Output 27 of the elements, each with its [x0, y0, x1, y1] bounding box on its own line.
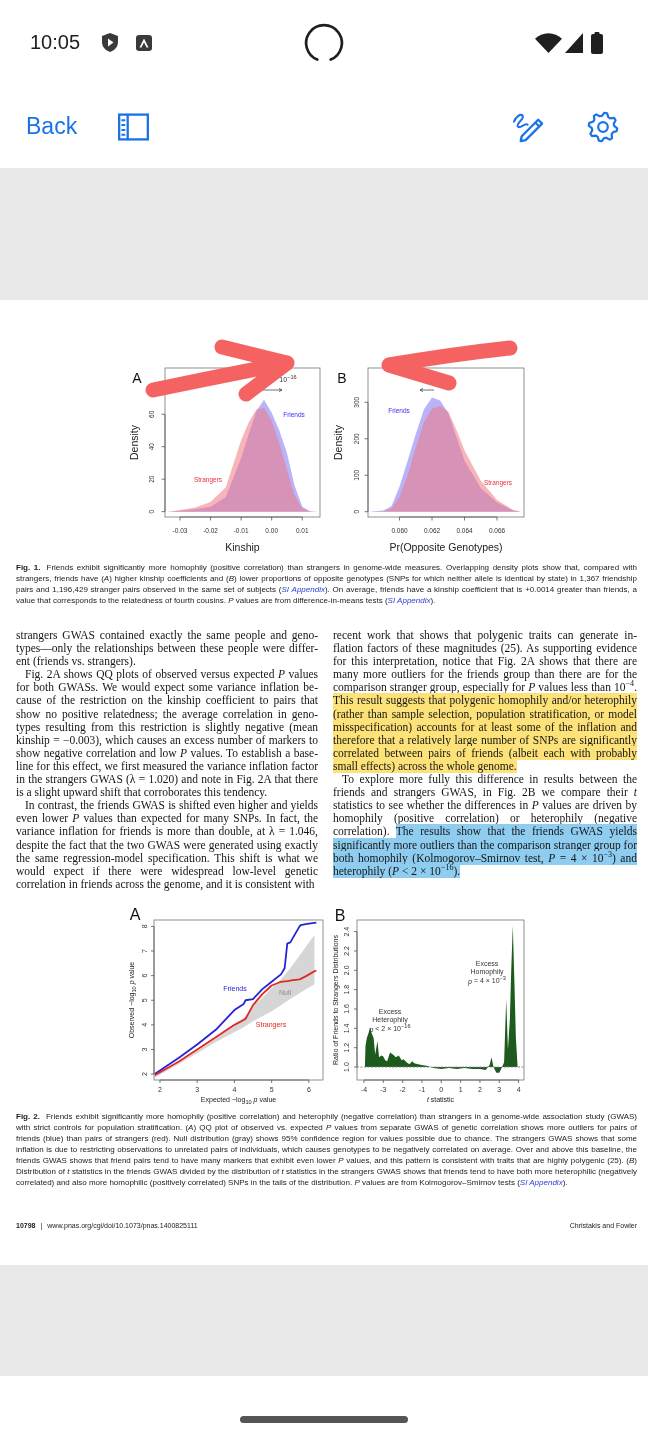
- figure-caption: Fig. 2. Friends exhibit significantly more homophily (positive correlation) and heterophily (negative correlation) than strangers in a genome-wide association study (GWAS) with strict controls for population stratification. (A) QQ plot of observed vs. expected P values from separate GWAS of genetic correlation shows more outliers for pairs of friends (blue) than pairs of strangers (red). Null distribution (gray) shows 95% confidence region for values possible due to chance. The strangers GWAS shows that some inflation is due to restricting observations to unrelated pairs of individuals, which causes genotypes to be negatively correlated on average. Over and above this baseline, the friends GWAS shows that friend pairs tend to have many markers that exhibit even lower P values, and this pattern is consistent with traits that are highly polygenic (25). (B) Distribution of t statistics in the friends GWAS divided by the distribution of t statistics in the strangers GWAS shows that friends tend to have both more heterophilic (negatively correlated) and also more homophilic (positively correlated) SNPs in the tails of the distribution. P values are from Kolmogorov–Smirnov tests (SI Appendix).: [16, 1111, 637, 1188]
- axis-title: Pr(Opposite Genotypes): [389, 541, 503, 553]
- figure-caption: Fig. 1. Friends exhibit significantly more homophily (positive correlation) than strangers in genome-wide measures. Overlapping density plots show that, compared with strangers, friends have (A) higher kinship coefficients and (B) lower proportions of opposite genotypes (SNPs for which neither allele is identical by state) in 1,367 friendship pairs and 1,196,429 stranger pairs observed in the same set of subjects (SI Appendix). On average, friends have a kinship coefficient that is +0.0014 greater than friends, a value that corresponds to the relatedness of fourth cousins. P values are from difference-in-means tests (SI Appendix).: [16, 562, 637, 606]
- battery-icon: [591, 31, 603, 54]
- body-paragraph: strangers GWAS contained exactly the same people and geno-types—only the relationships between these people were differ-ent (friends vs. strangers).: [16, 629, 318, 669]
- settings-icon[interactable]: [587, 110, 619, 143]
- axis-title: Density: [331, 425, 344, 460]
- shield-icon: [102, 33, 119, 52]
- body-paragraph: To explore more fully this difference in results between the friends and strangers GWAS, in Fig. 2B we compare their t statistics to see whether the differences in P values are driven by homophily (positive correlation) or heterophily (negative correlation). The results show that the friends GWAS yields significantly more outliers than the comparison stranger group for both homophily (Kolmogorov–Smirnov test, P = 4 × 10$^{−3}$) and heterophily (P < 2 × 10$^{−16}$).: [333, 773, 637, 878]
- app-badge-icon: [136, 34, 153, 51]
- body-paragraph: Fig. 2A shows QQ plots of observed versus expected P values for both GWASs. We would expect some variance inflation be-cause of the restriction on the kinship coefficient to pairs that show no positive relatedness; the average correlation in geno-types resulting from this restriction is slightly negative (mean kinship = −0.003), which causes an excess number of markers to show negative correlation and low P values. To establish a base-line for this effect, we first measured the variance inflation factor in the strangers GWAS (λ = 1.020) and note in Fig. 2A that there is a slight upward shift that corroborates this tendency.: [16, 668, 318, 800]
- sidebar-icon[interactable]: [118, 112, 150, 141]
- axis-title: Kinship: [225, 541, 260, 553]
- panel-letter: A: [132, 370, 142, 386]
- panel-letter: B: [334, 906, 346, 924]
- axis-title: Density: [128, 425, 140, 460]
- panel-letter: A: [129, 905, 141, 923]
- spinner-icon: [303, 21, 345, 64]
- back-button[interactable]: Back: [26, 113, 78, 140]
- wifi-icon: [535, 32, 562, 53]
- clock-time: 10:05: [30, 31, 81, 54]
- body-paragraph: In contrast, the friends GWAS is shifted even higher and yields even lower P values than expected for many SNPs. In fact, the variance inflation for friends is more than double, at λ = 1.046, despite the fact that the two GWAS were generated using exactly the same regression-model specification. This shift is what we would expect if there were widespread low-level genetic correlation in friends across the genome, and it is consistent with: [16, 799, 318, 891]
- annotation-arrow: [419, 388, 435, 392]
- cellular-signal-icon: [565, 32, 583, 53]
- body-paragraph: recent work that shows that polygenic traits can generate in-flation factors of these magnitudes (25). As supporting evidence for this interpretation, notice that Fig. 2A shows that there are many more outliers for the friends group than there are for the comparison stranger group, especially for P values less than 10$^{−4}$. This result suggests that polygenic homophily and/or heterophily (rather than sample selection, population stratification, or model misspecification) accounts for at least some of the inflation and therefore that a relatively large number of SNPs are significantly correlated between pairs of friends (albeit each with probably small effects) across the whole genome.: [333, 629, 637, 774]
- annotation-arrow: [262, 388, 283, 392]
- panel-letter: B: [337, 370, 347, 386]
